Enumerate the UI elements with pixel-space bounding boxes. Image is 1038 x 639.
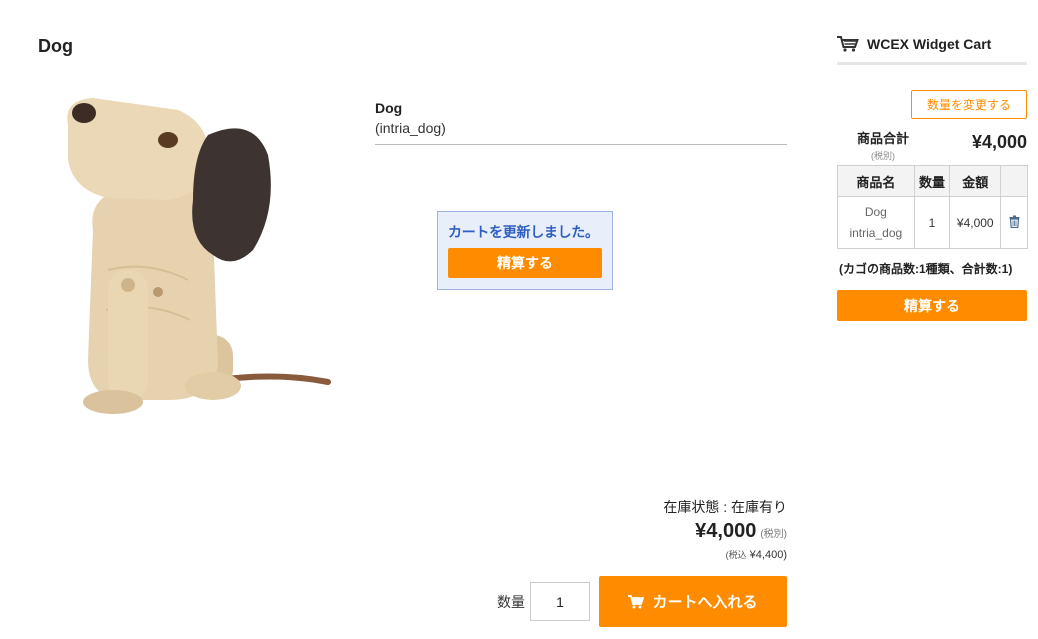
- subtotal-note: (税別): [871, 151, 895, 161]
- dog-figurine-image: [67, 98, 331, 414]
- cart-item-code: intria_dog: [849, 225, 903, 240]
- cart-icon: [628, 594, 645, 608]
- tax-prefix: (税込: [725, 550, 747, 560]
- widget-cart-header: WCEX Widget Cart: [837, 36, 1027, 65]
- popup-message: カートを更新しました。: [448, 224, 599, 240]
- subtotal-value: ¥4,000: [971, 132, 1027, 152]
- page-title: Dog: [38, 36, 73, 56]
- column-header-actions: [1000, 165, 1028, 197]
- tax-included-price: (税込 ¥4,400): [726, 548, 787, 561]
- change-quantity-button[interactable]: 数量を変更する: [911, 90, 1027, 119]
- quantity-input[interactable]: [530, 582, 590, 621]
- product-image: [38, 80, 338, 430]
- table-header-row: 商品名 数量 金額: [837, 165, 1028, 197]
- add-to-cart-button[interactable]: カートへ入れる: [599, 576, 787, 627]
- add-to-cart-label: カートへ入れる: [652, 594, 758, 611]
- widget-checkout-button[interactable]: 精算する: [837, 290, 1027, 321]
- cart-icon: [837, 36, 859, 52]
- price-note: (税別): [760, 529, 787, 540]
- cart-item-name-cell: Dog intria_dog: [837, 196, 915, 249]
- product-info: Dog (intria_dog): [375, 100, 787, 145]
- subtotal-label: 商品合計 (税別): [857, 128, 909, 162]
- widget-cart-title: WCEX Widget Cart: [867, 36, 992, 52]
- cart-updated-popup: カートを更新しました。 精算する: [437, 211, 613, 290]
- table-row: Dog intria_dog 1 ¥4,000: [837, 196, 1028, 249]
- popup-checkout-button[interactable]: 精算する: [448, 248, 602, 278]
- tax-value: ¥4,400): [746, 549, 787, 561]
- trash-icon: [1009, 215, 1020, 228]
- column-header-name: 商品名: [837, 165, 915, 197]
- product-code: (intria_dog): [375, 120, 446, 136]
- price-block: ¥4,000 (税別): [695, 520, 787, 543]
- cart-item-name[interactable]: Dog: [838, 202, 914, 223]
- price-value: ¥4,000: [695, 520, 757, 542]
- column-header-amount: 金額: [949, 165, 1002, 197]
- cart-table: 商品名 数量 金額 Dog intria_dog 1 ¥4,000: [837, 165, 1028, 249]
- widget-cart: WCEX Widget Cart 数量を変更する 商品合計 (税別) ¥4,00…: [837, 36, 1028, 321]
- cart-item-amount: ¥4,000: [949, 196, 1002, 249]
- cart-item-qty: 1: [913, 196, 951, 249]
- column-header-qty: 数量: [913, 165, 951, 197]
- stock-status: 在庫状態 : 在庫有り: [663, 499, 787, 515]
- product-name: Dog: [375, 100, 403, 116]
- cart-summary: (カゴの商品数:1種類、合計数:1): [839, 262, 1013, 276]
- quantity-label: 数量: [497, 594, 525, 610]
- delete-item-button[interactable]: [1000, 196, 1028, 249]
- subtotal-label-text: 商品合計: [857, 131, 910, 146]
